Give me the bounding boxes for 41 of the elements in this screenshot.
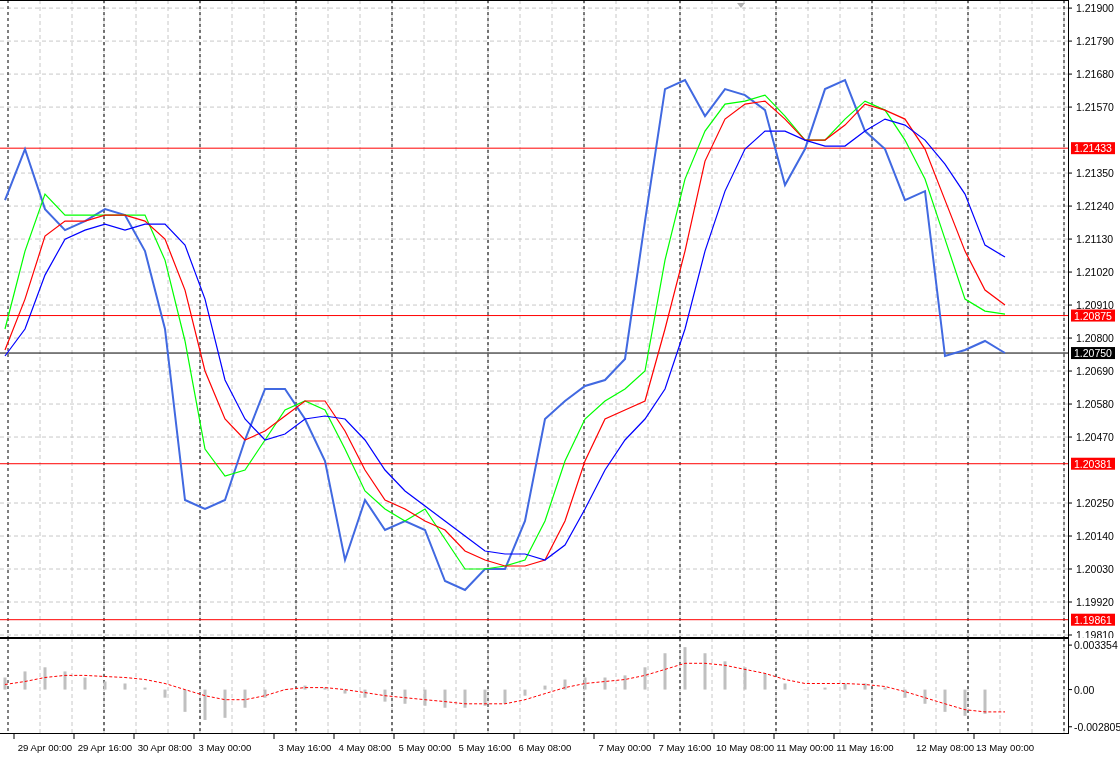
time-axis-label: 3 May 00:00 <box>198 742 252 753</box>
price-axis-label: 1.21240 <box>1076 200 1114 213</box>
price-axis-label: 1.21680 <box>1076 68 1114 81</box>
price-tag: 1.20875 <box>1071 309 1115 322</box>
price-tag: 1.21433 <box>1071 142 1115 155</box>
indicator-axis-label: 0.00 <box>1074 683 1095 696</box>
price-axis-label: 1.20140 <box>1076 530 1114 542</box>
indicator-axis-label: -0.002805 <box>1074 720 1120 733</box>
time-axis-label: 6 May 08:00 <box>518 742 572 753</box>
time-axis-label: 11 May 16:00 <box>836 742 894 753</box>
time-axis-label: 3 May 16:00 <box>278 742 332 753</box>
time-axis-label: 29 Apr 00:00 <box>17 742 73 753</box>
time-axis-label: 4 May 08:00 <box>338 742 392 753</box>
time-axis-label: 7 May 16:00 <box>658 742 712 753</box>
price-axis-label: 1.20030 <box>1076 563 1114 575</box>
price-tag: 1.19861 <box>1071 613 1115 626</box>
time-axis-label: 5 May 16:00 <box>458 742 512 753</box>
price-axis-label: 1.20800 <box>1076 332 1114 345</box>
price-axis-label: 1.20250 <box>1076 497 1114 509</box>
price-axis-label: 1.21130 <box>1076 233 1114 246</box>
price-axis-label: 1.20470 <box>1076 431 1114 444</box>
price-axis-label: 1.19920 <box>1076 596 1114 608</box>
indicator-axis-label: 0.003354 <box>1074 639 1118 652</box>
price-axis-label: 1.20910 <box>1076 299 1114 312</box>
price-tag: 1.20750 <box>1071 347 1115 360</box>
time-axis-label: 29 Apr 16:00 <box>77 742 133 753</box>
time-axis-label: 30 Apr 08:00 <box>137 742 193 753</box>
time-axis-label: 12 May 08:00 <box>915 742 975 753</box>
time-axis-label: 5 May 00:00 <box>398 742 452 753</box>
price-axis-label: 1.21900 <box>1076 2 1114 15</box>
price-axis-label: 1.21020 <box>1076 266 1114 279</box>
price-tag: 1.20381 <box>1071 457 1115 470</box>
time-axis-label: 13 May 00:00 <box>975 742 1035 753</box>
price-axis-label: 1.21790 <box>1076 35 1114 48</box>
price-axis-label: 1.20690 <box>1076 365 1114 378</box>
price-axis-label: 1.21350 <box>1076 167 1114 180</box>
time-axis-label: 7 May 00:00 <box>598 742 652 753</box>
price-axis-label: 1.20580 <box>1076 398 1114 411</box>
time-axis-label: 10 May 08:00 <box>715 742 775 753</box>
price-axis-label: 1.21570 <box>1076 101 1114 114</box>
time-axis-label: 11 May 00:00 <box>776 742 834 753</box>
